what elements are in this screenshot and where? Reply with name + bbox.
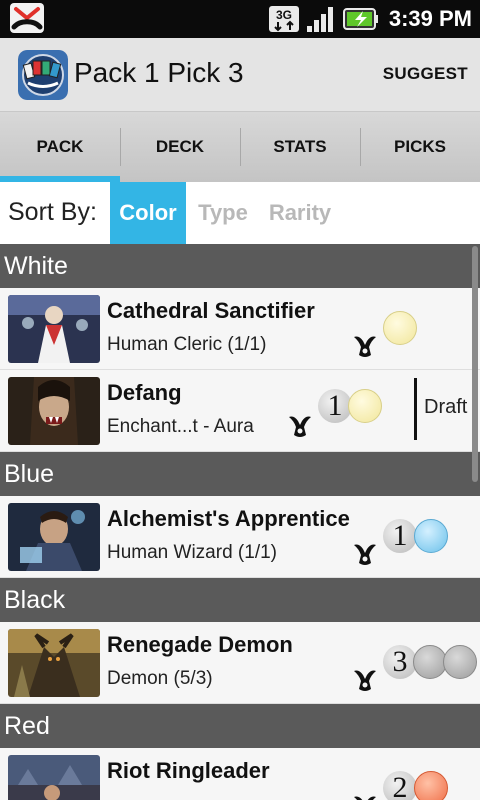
clock: 3:39 PM [388, 6, 472, 31]
card-name: Alchemist's Apprentice [107, 506, 350, 531]
scrollbar[interactable] [472, 246, 478, 482]
set-symbol-icon [289, 416, 311, 437]
sort-type-option[interactable]: Type [190, 182, 256, 244]
card-row[interactable]: Cathedral Sanctifier Human Cleric (1/1) [0, 288, 480, 370]
card-type: Human Cleric (1/1) [107, 334, 267, 355]
tab-stats[interactable]: STATS [240, 112, 360, 182]
card-art-image [8, 377, 100, 445]
mana-red-icon [414, 771, 448, 800]
set-symbol-icon [354, 336, 376, 357]
signal-icon [306, 7, 333, 32]
card-name: Cathedral Sanctifier [107, 298, 315, 323]
app-logo-icon[interactable] [18, 50, 68, 100]
tab-picks[interactable]: PICKS [360, 112, 480, 182]
divider [414, 378, 417, 440]
card-row[interactable]: Riot Ringleader 2 [0, 748, 480, 800]
card-art-image [8, 295, 100, 363]
card-art-image [8, 755, 100, 800]
sort-color-option[interactable]: Color [110, 182, 186, 244]
sort-label: Sort By: [8, 198, 97, 226]
suggest-button[interactable]: SUGGEST [383, 64, 468, 84]
tab-deck[interactable]: DECK [120, 112, 240, 182]
set-symbol-icon [354, 544, 376, 565]
draft-button[interactable]: Draft [424, 396, 467, 419]
section-header-black: Black [0, 578, 480, 622]
card-art-image [8, 629, 100, 697]
card-name: Defang [107, 380, 182, 405]
section-header-blue: Blue [0, 452, 480, 496]
card-row[interactable]: Alchemist's Apprentice Human Wizard (1/1… [0, 496, 480, 578]
set-symbol-icon [354, 796, 376, 800]
card-row[interactable]: Defang Enchant...t - Aura 1 Draft [0, 370, 480, 452]
mana-white-icon [348, 389, 382, 423]
3g-data-icon: 3G [268, 6, 299, 32]
card-name: Riot Ringleader [107, 758, 270, 783]
missed-call-icon [10, 3, 44, 33]
mana-black-icon [443, 645, 477, 679]
mana-white-icon [383, 311, 417, 345]
svg-text:3G: 3G [276, 8, 292, 22]
mana-generic-icon: 1 [383, 519, 417, 553]
sort-rarity-option[interactable]: Rarity [262, 182, 338, 244]
battery-charging-icon [342, 8, 378, 30]
mana-blue-icon [414, 519, 448, 553]
action-bar: Pack 1 Pick 3 SUGGEST [0, 38, 480, 112]
tab-bar: PACK DECK STATS PICKS [0, 112, 480, 182]
set-symbol-icon [354, 670, 376, 691]
section-header-white: White [0, 244, 480, 288]
mana-generic-icon: 3 [383, 645, 417, 679]
card-list[interactable]: White Cathedral Sanctifier Human Cleric … [0, 244, 480, 800]
card-row[interactable]: Renegade Demon Demon (5/3) 3 [0, 622, 480, 704]
card-type: Human Wizard (1/1) [107, 542, 277, 563]
card-type: Demon (5/3) [107, 668, 213, 689]
mana-generic-icon: 2 [383, 771, 417, 800]
card-type: Enchant...t - Aura [107, 416, 254, 437]
mana-black-icon [413, 645, 447, 679]
card-art-image [8, 503, 100, 571]
tab-pack[interactable]: PACK [0, 112, 120, 182]
section-header-red: Red [0, 704, 480, 748]
status-bar: 3G 3:39 PM [0, 0, 480, 38]
mana-generic-icon: 1 [318, 389, 352, 423]
card-name: Renegade Demon [107, 632, 293, 657]
page-title: Pack 1 Pick 3 [74, 57, 244, 88]
sort-bar: Sort By: Color Type Rarity [0, 182, 480, 244]
